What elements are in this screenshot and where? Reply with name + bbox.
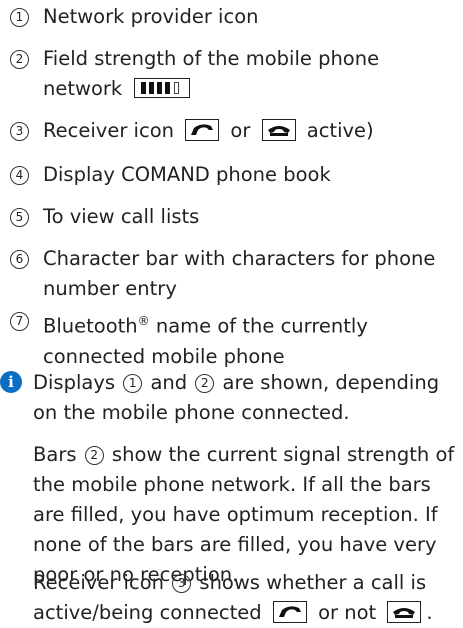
- legend-text-4: Display COMAND phone book: [43, 163, 331, 186]
- note-p1-a: Displays: [33, 371, 116, 394]
- legend-number-5: 5: [10, 208, 29, 227]
- legend-text-3: Receiver icon or active): [43, 116, 463, 146]
- note-p2-a: Bars: [33, 443, 77, 466]
- legend-text-2-label: Field strength of the mobile phone netwo…: [43, 47, 380, 100]
- legend-number-7: 7: [10, 312, 29, 331]
- legend-text-2: Field strength of the mobile phone netwo…: [43, 44, 463, 104]
- legend-text-5: To view call lists: [43, 205, 200, 228]
- legend-text-6: Character bar with characters for phone …: [43, 247, 436, 300]
- signal-bars-icon: [134, 78, 191, 98]
- receiver-inactive-icon: [261, 119, 296, 141]
- note-p3-c: or not: [318, 601, 377, 624]
- note-p1-b: and: [150, 371, 188, 394]
- legend-text-3-a: Receiver icon: [43, 119, 174, 142]
- receiver-active-icon: [272, 601, 307, 623]
- legend-number-6: 6: [10, 250, 29, 269]
- receiver-active-icon: [185, 119, 220, 141]
- note-p1-num-1: 1: [123, 374, 143, 393]
- legend-text-3-b: or: [230, 119, 251, 142]
- note-paragraph-1: Displays 1 and 2 are shown, depending on…: [33, 368, 458, 428]
- note-p3-a: Receiver icon: [33, 571, 164, 594]
- legend-number-1: 1: [10, 8, 29, 27]
- note-p3-num: 3: [172, 574, 192, 593]
- legend-number-4: 4: [10, 166, 29, 185]
- legend-text-1: Network provider icon: [43, 5, 259, 28]
- info-icon: i: [0, 371, 22, 393]
- legend-text-7: Bluetooth® name of the currently connect…: [43, 306, 463, 372]
- legend-text-3-c: active): [306, 119, 374, 142]
- note-paragraph-3: Receiver icon 3 shows whether a call is …: [33, 568, 458, 628]
- legend-number-3: 3: [10, 122, 29, 141]
- receiver-inactive-icon: [387, 601, 422, 623]
- note-p3-d: .: [426, 601, 433, 624]
- registered-mark: ®: [137, 314, 150, 328]
- legend-text-7-a: Bluetooth: [43, 314, 138, 338]
- note-p2-num: 2: [84, 446, 104, 465]
- note-p1-num-2: 2: [195, 374, 215, 393]
- legend-number-2: 2: [10, 50, 29, 69]
